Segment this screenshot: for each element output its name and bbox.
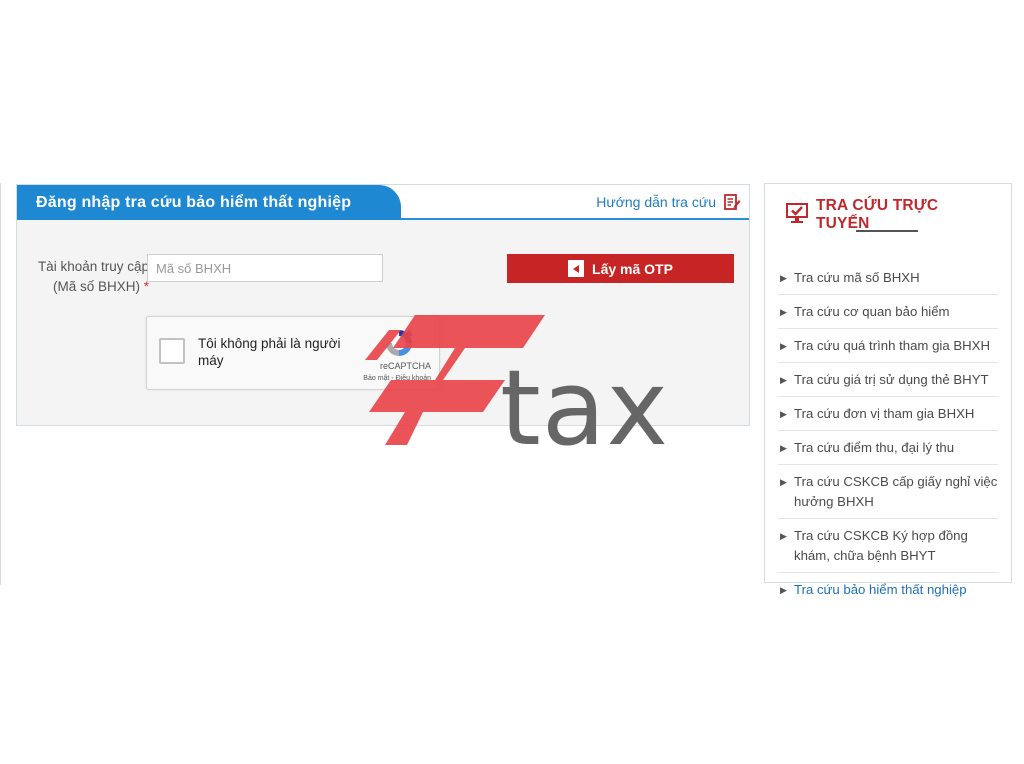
sidebar-item-label: Tra cứu giá trị sử dụng thẻ BHYT xyxy=(794,372,989,387)
recaptcha-brand: reCAPTCHA xyxy=(379,361,431,371)
sidebar-item[interactable]: ▶ Tra cứu CSKCB Ký hợp đồng khám, chữa bệ… xyxy=(778,519,998,573)
edit-document-icon xyxy=(723,193,741,211)
triangle-right-icon: ▶ xyxy=(780,375,787,385)
triangle-right-icon: ▶ xyxy=(780,477,787,487)
sidebar-item-label: Tra cứu mã số BHXH xyxy=(794,270,920,285)
sidebar-title: TRA CỨU TRỰC TUYẾN xyxy=(785,197,995,233)
online-lookup-sidebar: TRA CỨU TRỰC TUYẾN ▶ Tra cứu mã số BHXH ▶ T… xyxy=(764,183,1012,597)
monitor-check-icon xyxy=(785,202,809,229)
account-input[interactable] xyxy=(147,254,383,282)
sidebar-item-label: Tra cứu CSKCB cấp giấy nghỉ việc hưởng B… xyxy=(794,474,998,509)
sidebar-item[interactable]: ▶ Tra cứu CSKCB cấp giấy nghỉ việc hưởng … xyxy=(778,465,998,519)
sidebar-item-label: Tra cứu cơ quan bảo hiểm xyxy=(794,304,950,319)
guide-link[interactable]: Hướng dẫn tra cứu xyxy=(596,192,741,212)
triangle-right-icon: ▶ xyxy=(780,273,787,283)
sidebar-item[interactable]: ▶ Tra cứu điểm thu, đại lý thu xyxy=(778,431,998,465)
account-label: Tài khoản truy cập (Mã số BHXH) * xyxy=(37,259,149,294)
triangle-right-icon: ▶ xyxy=(780,531,787,541)
sidebar-item-label: Tra cứu điểm thu, đại lý thu xyxy=(794,440,955,455)
sidebar-item[interactable]: ▶ Tra cứu đơn vị tham gia BHXH xyxy=(778,397,998,431)
login-panel: Đăng nhập tra cứu bảo hiểm thất nghiệp H… xyxy=(16,184,750,426)
triangle-right-icon: ▶ xyxy=(780,307,787,317)
triangle-right-icon: ▶ xyxy=(780,585,787,595)
sidebar-item[interactable]: ▶ Tra cứu cơ quan bảo hiểm xyxy=(778,295,998,329)
triangle-right-icon: ▶ xyxy=(780,409,787,419)
guide-link-label: Hướng dẫn tra cứu xyxy=(596,194,716,210)
sidebar-title-underline xyxy=(856,230,918,232)
triangle-right-icon: ▶ xyxy=(780,443,787,453)
recaptcha-terms-link[interactable]: Bảo mật - Điều khoản xyxy=(363,375,431,382)
triangle-right-icon: ▶ xyxy=(780,341,787,351)
sidebar-item-label: Tra cứu bảo hiểm thất nghiệp xyxy=(794,582,967,597)
sidebar-item[interactable]: ▶ Tra cứu bảo hiểm thất nghiệp xyxy=(778,573,998,606)
recaptcha-logo-icon xyxy=(383,327,415,364)
sidebar-item-label: Tra cứu CSKCB Ký hợp đồng khám, chữa bện… xyxy=(794,528,968,563)
recaptcha-widget: Tôi không phải là người máy reCAPTCHA Bả… xyxy=(146,316,440,390)
page-left-border xyxy=(0,183,1,585)
sidebar-item[interactable]: ▶ Tra cứu quá trình tham gia BHXH xyxy=(778,329,998,363)
sidebar-list: ▶ Tra cứu mã số BHXH ▶ Tra cứu cơ quan bảo … xyxy=(778,261,998,606)
sidebar-item-label: Tra cứu đơn vị tham gia BHXH xyxy=(794,406,975,421)
panel-title: Đăng nhập tra cứu bảo hiểm thất nghiệp xyxy=(17,185,401,220)
sidebar-item-label: Tra cứu quá trình tham gia BHXH xyxy=(794,338,990,353)
recaptcha-label: Tôi không phải là người máy xyxy=(198,336,341,368)
get-otp-button[interactable]: Lấy mã OTP xyxy=(507,254,734,283)
door-exit-icon xyxy=(568,260,585,277)
sidebar-item[interactable]: ▶ Tra cứu mã số BHXH xyxy=(778,261,998,295)
panel-header: Đăng nhập tra cứu bảo hiểm thất nghiệp H… xyxy=(17,185,749,220)
sidebar-item[interactable]: ▶ Tra cứu giá trị sử dụng thẻ BHYT xyxy=(778,363,998,397)
recaptcha-checkbox[interactable] xyxy=(159,338,185,364)
